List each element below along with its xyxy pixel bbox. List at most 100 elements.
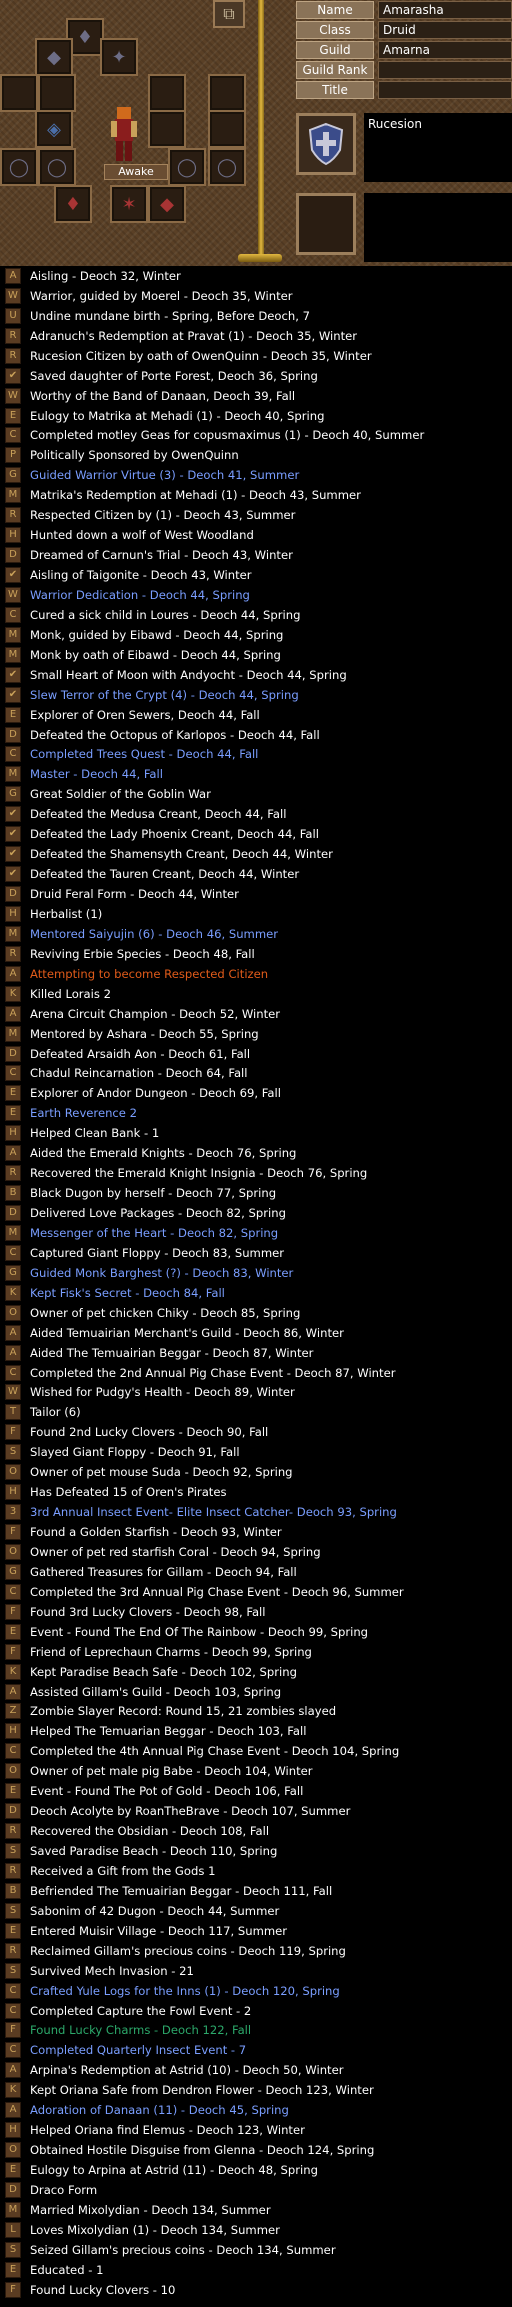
legend-mark-icon: O (5, 1464, 21, 1481)
legend-text: Politically Sponsored by OwenQuinn (30, 448, 239, 463)
legend-row: M Master - Deoch 44, Fall (0, 764, 512, 784)
legend-row: A Aisling - Deoch 32, Winter (0, 266, 512, 286)
equip-slot[interactable] (148, 74, 186, 112)
legend-mark-icon: K (5, 985, 21, 1002)
legend-mark-icon: E (5, 1085, 21, 1102)
legend-row: M Monk by oath of Eibawd - Deoch 44, Spri… (0, 645, 512, 665)
legend-row: E Educated - 1 (0, 2260, 512, 2280)
legend-row: ✔ Defeated the Medusa Creant, Deoch 44, F… (0, 804, 512, 824)
legend-mark-icon: R (5, 507, 21, 524)
legend-text: Defeated Arsaidh Aon - Deoch 61, Fall (30, 1046, 251, 1061)
class-value: Druid (378, 21, 512, 39)
equip-slot[interactable]: ◯ (0, 148, 38, 186)
legend-mark-icon: D (5, 1045, 21, 1062)
legend-text: Completed the 3rd Annual Pig Chase Event… (30, 1584, 404, 1599)
legend-mark-icon: C (5, 1244, 21, 1261)
legend-text: Druid Feral Form - Deoch 44, Winter (30, 887, 239, 902)
legend-text: Captured Giant Floppy - Deoch 83, Summer (30, 1245, 285, 1260)
legend-mark-icon: H (5, 2122, 21, 2139)
legend-text: Completed Trees Quest - Deoch 44, Fall (30, 747, 259, 762)
legend-row: F Found Lucky Charms - Deoch 122, Fall (0, 2021, 512, 2041)
legend-row: D Defeated Arsaidh Aon - Deoch 61, Fall (0, 1044, 512, 1064)
shield-slot[interactable] (296, 113, 356, 175)
legend-mark-icon: A (5, 2062, 21, 2079)
legend-text: Event - Found The Pot of Gold - Deoch 10… (30, 1784, 304, 1799)
legend-text: Cured a sick child in Loures - Deoch 44,… (30, 607, 301, 622)
legend-row: E Entered Muisir Village - Deoch 117, Sum… (0, 1921, 512, 1941)
legend-row: ✔ Aisling of Taigonite - Deoch 43, Winter (0, 565, 512, 585)
legend-mark-icon: ✔ (5, 806, 21, 823)
equip-slot[interactable] (208, 74, 246, 112)
legend-mark-icon: D (5, 726, 21, 743)
equip-slot[interactable]: ✶ (110, 185, 148, 223)
legend-row: S Sabonim of 42 Dugon - Deoch 44, Summer (0, 1901, 512, 1921)
legend-text: Saved daughter of Porte Forest, Deoch 36… (30, 368, 318, 383)
nested-squares-icon[interactable]: ⧉ (213, 0, 245, 28)
guild-value: Amarna (378, 41, 512, 59)
legend-row: R Received a Gift from the Gods 1 (0, 1861, 512, 1881)
legend-mark-icon: E (5, 2162, 21, 2179)
equip-slot[interactable] (208, 110, 246, 148)
legend-text: Slayed Giant Floppy - Deoch 91, Fall (30, 1445, 240, 1460)
legend-row: W Worthy of the Band of Danaan, Deoch 39,… (0, 386, 512, 406)
legend-text: Chadul Reincarnation - Deoch 64, Fall (30, 1066, 248, 1081)
character-avatar (111, 107, 137, 161)
legend-text: Defeated the Lady Phoenix Creant, Deoch … (30, 827, 319, 842)
legend-text: Dreamed of Carnun's Trial - Deoch 43, Wi… (30, 548, 293, 563)
name-label: Name (296, 1, 374, 19)
legend-row: M Mentored by Ashara - Deoch 55, Spring (0, 1024, 512, 1044)
title-value (378, 81, 512, 99)
equip-slot[interactable] (0, 74, 38, 112)
legend-mark-icon: K (5, 1284, 21, 1301)
legend-text: Helped Oriana find Elemus - Deoch 123, W… (30, 2123, 305, 2138)
legend-mark-icon: F (5, 1643, 21, 1660)
legend-row: ✔ Defeated the Shamensyth Creant, Deoch 4… (0, 844, 512, 864)
legend-row: K Kept Oriana Safe from Dendron Flower - … (0, 2080, 512, 2100)
legend-row: D Defeated the Octopus of Karlopos - Deoc… (0, 725, 512, 745)
legend-row: H Helped Clean Bank - 1 (0, 1123, 512, 1143)
legend-mark-icon: R (5, 1165, 21, 1182)
equip-slot[interactable]: ◯ (208, 148, 246, 186)
equip-slot[interactable]: ✦ (100, 38, 138, 76)
equip-slot[interactable]: ◈ (35, 110, 73, 148)
legend-text: Found Lucky Charms - Deoch 122, Fall (30, 2023, 252, 2038)
empty-slot[interactable] (296, 193, 356, 255)
legend-text: Friend of Leprechaun Charms - Deoch 99, … (30, 1644, 312, 1659)
legend-text: Completed the 4th Annual Pig Chase Event… (30, 1744, 400, 1759)
legend-row: L Loves Mixolydian (1) - Deoch 134, Summe… (0, 2220, 512, 2240)
equip-slot[interactable]: ♦ (54, 185, 92, 223)
legend-row: ✔ Defeated the Tauren Creant, Deoch 44, W… (0, 864, 512, 884)
legend-row: R Reviving Erbie Species - Deoch 48, Fall (0, 944, 512, 964)
legend-row: W Warrior Dedication - Deoch 44, Spring (0, 585, 512, 605)
equip-slot[interactable]: ◆ (148, 185, 186, 223)
legend-row: C Completed the 3rd Annual Pig Chase Even… (0, 1582, 512, 1602)
equip-slot[interactable]: ◆ (35, 38, 73, 76)
legend-text: Educated - 1 (30, 2262, 104, 2277)
legend-mark-icon: ✔ (5, 866, 21, 883)
equip-slot[interactable] (148, 110, 186, 148)
legend-mark-icon: K (5, 1663, 21, 1680)
legend-text: Sabonim of 42 Dugon - Deoch 44, Summer (30, 1903, 280, 1918)
legend-mark-icon: E (5, 1783, 21, 1800)
equip-slot[interactable] (38, 74, 76, 112)
legend-row: B Black Dugon by herself - Deoch 77, Spri… (0, 1183, 512, 1203)
legend-row: O Obtained Hostile Disguise from Glenna -… (0, 2140, 512, 2160)
equip-slot[interactable]: ◯ (168, 148, 206, 186)
legend-row: A Adoration of Danaan (11) - Deoch 45, Sp… (0, 2100, 512, 2120)
title-label: Title (296, 81, 374, 99)
legend-mark-icon: F (5, 2281, 21, 2298)
legend-row: H Helped Oriana find Elemus - Deoch 123, … (0, 2120, 512, 2140)
legend-mark-icon: D (5, 2181, 21, 2198)
legend-text: Owner of pet red starfish Coral - Deoch … (30, 1544, 321, 1559)
legend-mark-icon: T (5, 1404, 21, 1421)
legend-text: Draco Form (30, 2182, 98, 2197)
legend-text: Adranuch's Redemption at Pravat (1) - De… (30, 328, 358, 343)
legend-row: C Completed the 4th Annual Pig Chase Even… (0, 1741, 512, 1761)
legend-text: Found Lucky Clovers - 10 (30, 2282, 176, 2297)
equip-slot[interactable]: ◯ (38, 148, 76, 186)
legend-text: Respected Citizen by (1) - Deoch 43, Sum… (30, 508, 296, 523)
legend-row: C Crafted Yule Logs for the Inns (1) - De… (0, 1981, 512, 2001)
legend-mark-icon: H (5, 527, 21, 544)
legend-text: Matrika's Redemption at Mehadi (1) - Deo… (30, 488, 361, 503)
legend-mark-icon: ✔ (5, 826, 21, 843)
